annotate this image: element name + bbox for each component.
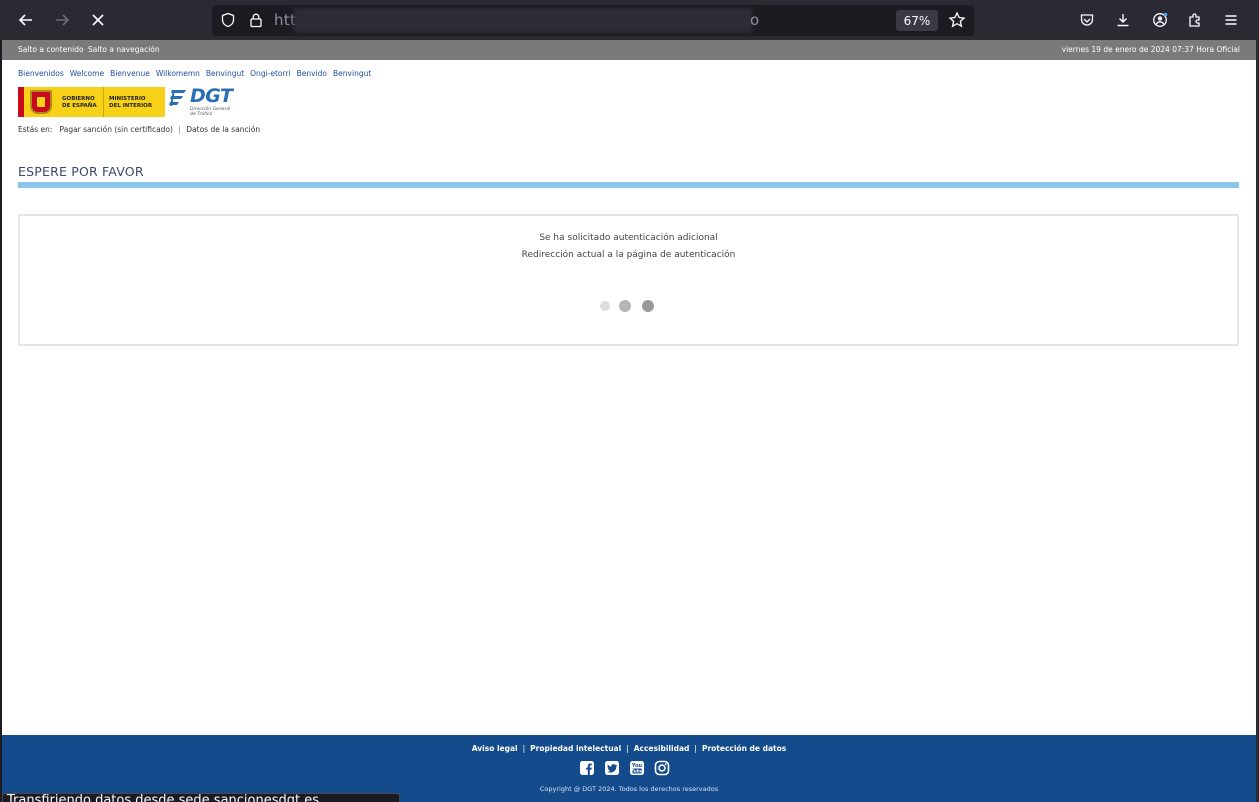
page-title: ESPERE POR FAVOR: [18, 164, 144, 179]
official-date: viernes 19 de enero de 2024 07:37 Hora O…: [1061, 45, 1240, 54]
star-icon[interactable]: [948, 11, 966, 29]
footer-link-accesibilidad[interactable]: Accesibilidad: [634, 744, 690, 753]
url-text: htt: [274, 11, 297, 29]
footer-separator: |: [522, 744, 526, 753]
menu-button[interactable]: [1217, 6, 1245, 34]
page-viewport: Salto a contenido Salto a navegación vie…: [2, 40, 1256, 802]
dgt-wordmark: DGT: [190, 85, 233, 107]
url-redacted: [294, 8, 752, 33]
youtube-icon[interactable]: YouTube: [629, 760, 645, 776]
site-footer: Aviso legal | Propiedad intelectual | Accesi…: [2, 735, 1256, 802]
dgt-subtitle: Dirección General de Tráfico: [190, 107, 230, 117]
breadcrumb-item-pagar-sancion[interactable]: Pagar sanción (sin certificado): [60, 125, 173, 134]
copyright-text: Copyright @ DGT 2024. Todos los derechos…: [539, 785, 719, 793]
lang-link-fr[interactable]: Bienvenue: [110, 69, 150, 78]
gobierno-line-1: GOBIERNO: [62, 96, 95, 102]
url-text-end: o: [750, 11, 760, 29]
flag-stripe-yellow: [24, 87, 27, 117]
pocket-button[interactable]: [1073, 6, 1101, 34]
gobierno-espana-logo[interactable]: GOBIERNO DE ESPAÑA MINISTERIO DEL INTERIOR: [18, 87, 165, 117]
social-links: You Tube: [579, 760, 679, 778]
footer-links: Aviso legal | Propiedad intelectual | Accesi…: [2, 744, 1256, 753]
account-icon: [1153, 12, 1168, 27]
loading-dot-3: [642, 300, 654, 312]
puzzle-icon: [1189, 13, 1200, 27]
pocket-icon: [1080, 14, 1094, 26]
dgt-mark-icon: [169, 89, 186, 107]
lang-link-gl[interactable]: Benvido: [297, 69, 327, 78]
instagram-icon[interactable]: [654, 760, 670, 776]
auth-requested-message: Se ha solicitado autenticación adicional: [539, 233, 718, 243]
footer-link-propiedad-intelectual[interactable]: Propiedad intelectual: [530, 744, 621, 753]
title-underline-bar: [18, 182, 1239, 188]
ministerio-line-1: MINISTERIO: [109, 96, 146, 102]
dgt-logo[interactable]: DGT Dirección General de Tráfico: [168, 85, 233, 119]
status-text: Transfiriendo datos desde sede.sanciones…: [7, 793, 332, 802]
arrow-right-icon: [56, 14, 70, 26]
footer-link-aviso-legal[interactable]: Aviso legal: [472, 744, 518, 753]
forward-button[interactable]: [48, 6, 76, 34]
gobierno-text: GOBIERNO DE ESPAÑA: [62, 96, 97, 109]
svg-text:Tube: Tube: [631, 769, 642, 774]
ministerio-line-2: DEL INTERIOR: [109, 102, 153, 109]
loading-dot-2: [619, 300, 631, 312]
twitter-icon[interactable]: [604, 760, 620, 776]
zoom-level-button[interactable]: 67%: [896, 10, 938, 31]
browser-status-bar: Transfiriendo datos desde sede.sanciones…: [2, 793, 400, 802]
redirect-message: Redirección actual a la página de autent…: [521, 250, 736, 260]
account-button[interactable]: [1146, 6, 1174, 34]
footer-separator: |: [694, 744, 697, 753]
back-button[interactable]: [12, 6, 40, 34]
wait-panel: Se ha solicitado autenticación adicional…: [18, 214, 1239, 346]
breadcrumb: Estás en: Pagar sanción (sin certificado…: [18, 125, 260, 134]
lock-icon[interactable]: [248, 12, 264, 28]
coat-of-arms-icon: [30, 90, 52, 114]
gobierno-line-2: DE ESPAÑA: [62, 102, 97, 109]
loading-dot-1: [600, 301, 610, 311]
breadcrumb-separator: |: [178, 125, 181, 134]
logo-divider: [103, 87, 104, 117]
lang-link-en[interactable]: Welcome: [70, 69, 104, 78]
downloads-button[interactable]: [1109, 6, 1137, 34]
ministerio-text: MINISTERIO DEL INTERIOR: [109, 96, 152, 109]
footer-separator: |: [626, 744, 629, 753]
address-bar[interactable]: htt o 67%: [212, 5, 974, 36]
extensions-button[interactable]: [1181, 6, 1209, 34]
footer-link-proteccion-datos[interactable]: Protección de datos: [702, 744, 786, 753]
lang-link-de[interactable]: Wilkomemn: [156, 69, 200, 78]
accessibility-bar: Salto a contenido Salto a navegación vie…: [2, 40, 1256, 60]
lang-link-es[interactable]: Bienvenidos: [18, 69, 64, 78]
hamburger-icon: [1225, 15, 1237, 25]
skip-to-navigation-link[interactable]: Salto a navegación: [88, 45, 160, 54]
close-icon: [92, 14, 104, 26]
skip-to-content-link[interactable]: Salto a contenido: [18, 45, 84, 54]
shield-icon[interactable]: [220, 12, 236, 28]
dgt-sub-line-2: de Tráfico: [190, 112, 213, 117]
lang-link-ca[interactable]: Benvingut: [206, 69, 244, 78]
loading-spinner: [600, 298, 660, 312]
lang-link-eu[interactable]: Ongi-etorri: [250, 69, 290, 78]
arrow-left-icon: [18, 14, 32, 26]
download-icon: [1117, 14, 1129, 27]
browser-toolbar: htt o 67%: [0, 0, 1259, 40]
stop-button[interactable]: [84, 6, 112, 34]
facebook-icon[interactable]: [579, 760, 595, 776]
lang-link-va[interactable]: Benvingut: [333, 69, 371, 78]
language-selector: Bienvenidos Welcome Bienvenue Wilkomemn Benv…: [18, 69, 377, 78]
breadcrumb-label: Estás en:: [18, 125, 53, 134]
breadcrumb-item-datos-sancion: Datos de la sanción: [186, 125, 261, 134]
